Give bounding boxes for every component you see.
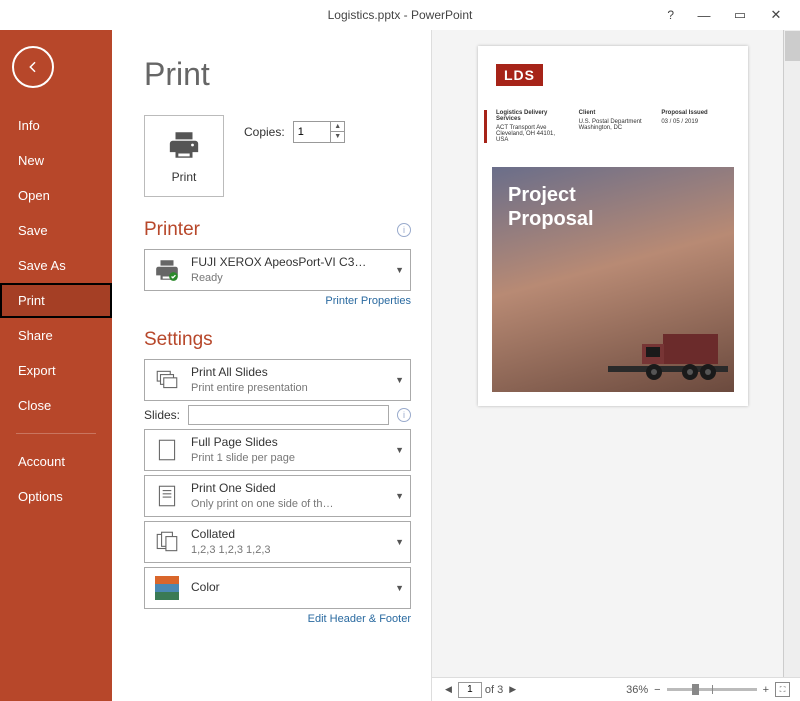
slide-col3-head: Proposal Issued <box>661 110 730 116</box>
one-sided-icon <box>154 483 180 509</box>
copies-up[interactable]: ▲ <box>331 122 345 132</box>
print-range-select[interactable]: Print All Slides Print entire presentati… <box>144 359 411 401</box>
layout-title: Full Page Slides <box>191 435 387 451</box>
sidebar-item-info[interactable]: Info <box>0 108 112 143</box>
copies-input[interactable] <box>294 124 330 140</box>
collated-icon <box>154 529 180 555</box>
page-icon <box>154 437 180 463</box>
settings-heading: Settings <box>144 329 213 351</box>
restore-button[interactable]: ▭ <box>722 7 758 23</box>
sidebar-item-options[interactable]: Options <box>0 479 112 514</box>
sidebar-item-account[interactable]: Account <box>0 444 112 479</box>
sidebar-separator <box>16 433 96 434</box>
back-button[interactable] <box>12 46 54 88</box>
printer-info-icon[interactable]: i <box>397 223 411 237</box>
slide-col2-l2: Washington, DC <box>579 125 648 131</box>
chevron-down-icon: ▼ <box>395 583 404 593</box>
slide-hero: Project Proposal <box>492 167 734 392</box>
printer-name: FUJI XEROX ApeosPort-VI C3… <box>191 255 387 271</box>
chevron-down-icon: ▼ <box>395 491 404 501</box>
printer-large-icon <box>167 128 201 162</box>
page-title: Print <box>144 56 411 93</box>
printer-heading: Printer <box>144 219 200 241</box>
chevron-down-icon: ▼ <box>395 537 404 547</box>
sidebar-item-saveas[interactable]: Save As <box>0 248 112 283</box>
zoom-in-button[interactable]: + <box>763 684 769 696</box>
color-select[interactable]: Color ▼ <box>144 567 411 609</box>
sided-sub: Only print on one side of th… <box>191 497 387 511</box>
chevron-down-icon: ▼ <box>395 445 404 455</box>
preview-footer: ◀ of 3 ▶ 36% − + ⛶ <box>432 677 800 701</box>
sidebar-item-open[interactable]: Open <box>0 178 112 213</box>
slides-label: Slides: <box>144 408 180 422</box>
chevron-down-icon: ▼ <box>395 265 404 275</box>
slide-col3-l1: 03 / 05 / 2019 <box>661 119 730 125</box>
edit-header-footer-link[interactable]: Edit Header & Footer <box>144 613 411 625</box>
layout-select[interactable]: Full Page Slides Print 1 slide per page … <box>144 429 411 471</box>
collated-select[interactable]: Collated 1,2,3 1,2,3 1,2,3 ▼ <box>144 521 411 563</box>
slides-icon <box>154 367 180 393</box>
copies-spinner[interactable]: ▲ ▼ <box>293 121 345 143</box>
zoom-out-button[interactable]: − <box>654 684 660 696</box>
truck-icon <box>608 326 728 386</box>
slide-preview-1: LDS Logistics Delivery Services ACT Tran… <box>478 46 748 406</box>
chevron-down-icon: ▼ <box>395 375 404 385</box>
help-button[interactable]: ? <box>667 8 674 22</box>
slides-input[interactable] <box>188 405 389 425</box>
slide-logo: LDS <box>496 64 543 86</box>
slide-col2-head: Client <box>579 110 648 116</box>
printer-select[interactable]: FUJI XEROX ApeosPort-VI C3… Ready ▼ <box>144 249 411 291</box>
slides-info-icon[interactable]: i <box>397 408 411 422</box>
print-range-title: Print All Slides <box>191 365 387 381</box>
copies-down[interactable]: ▼ <box>331 132 345 142</box>
print-preview: LDS Logistics Delivery Services ACT Tran… <box>432 30 800 701</box>
close-button[interactable]: ✕ <box>758 7 794 23</box>
next-page-button[interactable]: ▶ <box>506 684 519 695</box>
page-current-input[interactable] <box>458 682 482 698</box>
print-range-sub: Print entire presentation <box>191 381 387 395</box>
fit-to-window-button[interactable]: ⛶ <box>775 682 790 697</box>
page-total: of 3 <box>485 684 503 696</box>
print-button[interactable]: Print <box>144 115 224 197</box>
scrollbar-thumb[interactable] <box>785 31 800 61</box>
print-button-label: Print <box>172 170 197 184</box>
sidebar-item-share[interactable]: Share <box>0 318 112 353</box>
slide-col1-head: Logistics Delivery Services <box>496 110 565 122</box>
copies-label: Copies: <box>244 125 285 139</box>
sidebar-item-new[interactable]: New <box>0 143 112 178</box>
hero-title-line2: Proposal <box>508 207 594 231</box>
minimize-button[interactable]: — <box>686 8 722 23</box>
layout-sub: Print 1 slide per page <box>191 451 387 465</box>
hero-title-line1: Project <box>508 183 594 207</box>
print-settings-panel: Print Print Copies: ▲ ▼ <box>112 30 432 701</box>
slide-col1-l2: Cleveland, OH 44101, USA <box>496 131 565 143</box>
collated-sub: 1,2,3 1,2,3 1,2,3 <box>191 543 387 557</box>
color-title: Color <box>191 580 387 596</box>
zoom-label: 36% <box>626 684 648 696</box>
sided-title: Print One Sided <box>191 481 387 497</box>
backstage-sidebar: Info New Open Save Save As Print Share E… <box>0 30 112 701</box>
sidebar-item-print[interactable]: Print <box>0 283 112 318</box>
preview-scrollbar[interactable] <box>783 30 800 677</box>
window-title: Logistics.pptx - PowerPoint <box>328 8 473 22</box>
sidebar-item-save[interactable]: Save <box>0 213 112 248</box>
printer-icon <box>154 257 180 283</box>
arrow-left-icon <box>24 58 42 76</box>
sided-select[interactable]: Print One Sided Only print on one side o… <box>144 475 411 517</box>
zoom-slider[interactable] <box>667 688 757 691</box>
color-swatch-icon <box>155 576 179 600</box>
sidebar-item-close[interactable]: Close <box>0 388 112 423</box>
prev-page-button[interactable]: ◀ <box>442 684 455 695</box>
printer-properties-link[interactable]: Printer Properties <box>144 295 411 307</box>
printer-status: Ready <box>191 271 387 285</box>
collated-title: Collated <box>191 527 387 543</box>
sidebar-item-export[interactable]: Export <box>0 353 112 388</box>
